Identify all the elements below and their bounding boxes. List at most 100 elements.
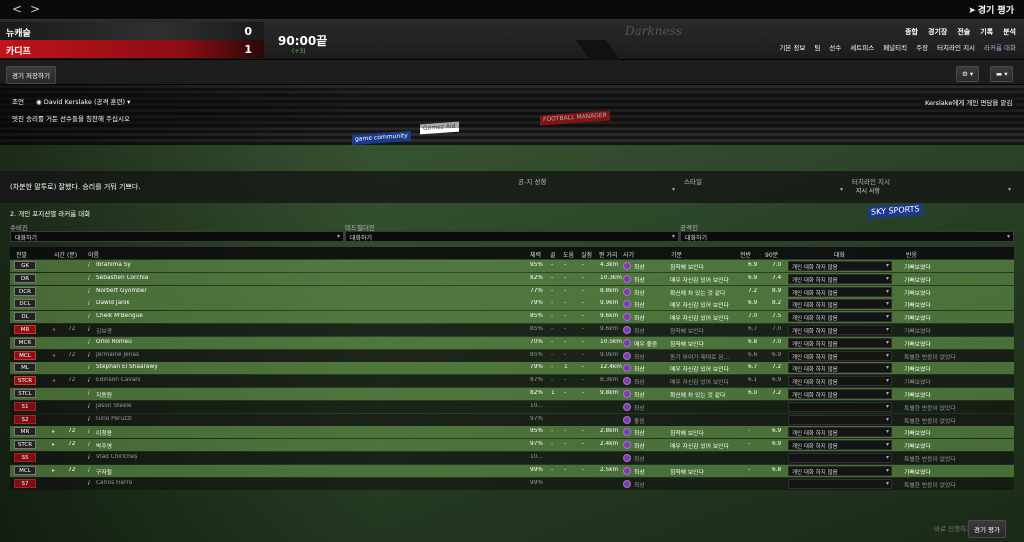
info-icon[interactable]: i <box>88 339 90 346</box>
info-icon[interactable]: i <box>88 352 90 359</box>
save-match-button[interactable]: 경기 저장하기 <box>6 66 56 84</box>
tab-team[interactable]: 팀 <box>814 42 820 52</box>
talk-select[interactable]: 개인 대화 하지 않음 ▾ <box>788 337 892 348</box>
table-row[interactable]: S1 i Jason Steele 10... 최상 ▾ 특별한 반응이 없었다 <box>10 400 1014 413</box>
info-icon[interactable]: i <box>88 454 90 461</box>
midfield-talk-select[interactable]: 대화하기 ▾ <box>345 231 679 242</box>
talk-select[interactable]: ▾ <box>788 453 892 463</box>
player-name[interactable]: Edinson Cavani <box>96 377 296 383</box>
talk-select[interactable]: 개인 대화 하지 않음 ▾ <box>788 350 892 361</box>
talk-select[interactable]: 개인 대화 하지 않음 ▾ <box>788 427 892 438</box>
info-icon[interactable]: i <box>88 275 90 282</box>
info-icon[interactable]: i <box>88 326 90 333</box>
talk-select[interactable]: 개인 대화 하지 않음 ▾ <box>788 363 892 374</box>
player-name[interactable]: Sébastien Corchia <box>96 275 296 281</box>
player-name[interactable]: Cheik M'Bengué <box>96 313 296 319</box>
info-icon[interactable]: i <box>88 416 90 423</box>
continue-button[interactable]: ➤ 경기 평가 <box>968 3 1014 16</box>
player-name[interactable]: Carlos Fierro <box>96 480 296 486</box>
talk-select[interactable]: 개인 대화 하지 않음 ▾ <box>788 273 892 284</box>
table-row[interactable]: GK i Ibrahima Sy 95% - - - 4.3km 최상 침착해 보인다 6.9 7.0… <box>10 260 1014 272</box>
player-name[interactable]: Ibrahima Sy <box>96 262 296 268</box>
forward-button[interactable]: > <box>28 2 42 16</box>
match-rating-button[interactable]: 경기 평가 <box>968 520 1006 538</box>
info-icon[interactable]: i <box>88 480 90 487</box>
tab-team-talk[interactable]: 라커룸 대화 <box>984 42 1016 52</box>
talk-select[interactable]: 개인 대화 하지 않음 ▾ <box>788 299 892 310</box>
table-row[interactable]: STCR ▸ 72 i 박주영 97% - - - 2.4km 최상 매우 자신감 있어 보인다 - 6.… <box>10 439 1014 452</box>
talk-select[interactable]: ▾ <box>788 414 892 425</box>
player-name[interactable]: Vlad Chiricheș <box>96 454 296 460</box>
attack-talk-select[interactable]: 대화하기 ▾ <box>680 231 1014 242</box>
table-row[interactable]: DCL i Dawid Janik 79% - - - 9.9km 최상 매우 자신감 있어 보인… <box>10 298 1014 311</box>
talk-select[interactable]: 개인 대화 하지 않음 ▾ <box>788 389 892 399</box>
tab-penalties[interactable]: 페널티킥 <box>883 42 907 52</box>
tab-basic-info[interactable]: 기본 정보 <box>779 42 805 52</box>
table-row[interactable]: MR ▸ 72 i 이청용 95% - - - 2.8km 최상 침착해 보인다 - 6.9 개인 대화 하… <box>10 426 1014 439</box>
table-row[interactable]: DCR i Norbert Gyomber 77% - - - 8.8km 최상 확신에 차 있는… <box>10 285 1014 298</box>
touchline-select[interactable]: 지시 사항 ▾ <box>852 185 1014 196</box>
menu-tactics[interactable]: 전술 <box>957 27 970 37</box>
player-name[interactable]: 박주영 <box>96 441 296 450</box>
table-row[interactable]: MR ◂ 72 i 김보경 85% - - - 9.6km 최상 침착해 보인다 6.7 7.0 개인 대화… <box>10 324 1014 336</box>
tab-touchline[interactable]: 터치라인 지시 <box>937 42 975 52</box>
chat-button[interactable]: ▬ ▾ <box>990 66 1014 82</box>
info-icon[interactable]: i <box>88 377 90 384</box>
talk-select[interactable]: 개인 대화 하지 않음 ▾ <box>788 465 892 476</box>
player-name[interactable]: Jason Steele <box>96 403 296 409</box>
menu-analysis[interactable]: 분석 <box>1003 27 1016 37</box>
delegate-talk-button[interactable]: Kerslake에게 개인 면담을 맡김 <box>920 94 1018 110</box>
info-icon[interactable]: i <box>88 364 90 371</box>
talk-select[interactable]: 개인 대화 하지 않음 ▾ <box>788 261 892 271</box>
player-name[interactable]: Gino Peruzzi <box>96 416 296 422</box>
table-row[interactable]: S5 i Vlad Chiricheș 10... 최상 ▾ 특별한 반응이 없었다 <box>10 452 1014 464</box>
info-icon[interactable]: i <box>88 467 90 474</box>
talk-select[interactable]: ▾ <box>788 478 892 489</box>
talk-select[interactable]: ▾ <box>788 401 892 412</box>
defense-talk-select[interactable]: 대화하기 ▾ <box>10 231 344 242</box>
player-name[interactable]: 지동원 <box>96 390 296 399</box>
table-row[interactable]: MCL ▸ 72 i 구자철 99% - - - 2.5km 최상 침착해 보인다 - 6.8 개인 대화 … <box>10 464 1014 477</box>
table-row[interactable]: DR i Sébastien Corchia 82% - - - 10.3km 최상 매우 자신감… <box>10 272 1014 285</box>
player-name[interactable]: Norbert Gyomber <box>96 288 296 294</box>
player-name[interactable]: Oriol Romeu <box>96 339 296 345</box>
table-row[interactable]: DL i Cheik M'Bengué 85% - - - 9.6km 최상 매우 자신감 있어 … <box>10 311 1014 324</box>
table-row[interactable]: MCR i Oriol Romeu 70% - - - 10.5km 매우 좋음 침착해 보인다 6… <box>10 336 1014 349</box>
menu-overview[interactable]: 종합 <box>905 27 918 37</box>
info-icon[interactable]: i <box>88 300 90 307</box>
tone-select[interactable]: ▾ <box>516 185 678 196</box>
talk-select[interactable]: 개인 대화 하지 않음 ▾ <box>788 440 892 451</box>
menu-pitch[interactable]: 경기장 <box>928 27 947 37</box>
away-team-bar[interactable]: 카디프 1 <box>0 40 264 58</box>
table-row[interactable]: S2 i Gino Peruzzi 97% 좋음 ▾ 특별한 반응이 없었다 <box>10 413 1014 426</box>
table-row[interactable]: STCR ◂ 72 i Edinson Cavani 87% - - - 8.3km 최상 매우 자신… <box>10 375 1014 388</box>
player-name[interactable]: 이청용 <box>96 428 296 437</box>
player-name[interactable]: 구자철 <box>96 467 296 476</box>
info-icon[interactable]: i <box>88 390 90 397</box>
player-name[interactable]: Jermaine Jenas <box>96 352 296 358</box>
style-select[interactable]: ▾ <box>682 185 846 196</box>
player-name[interactable]: 김보경 <box>96 326 296 335</box>
info-icon[interactable]: i <box>88 441 90 448</box>
player-name[interactable]: Dawid Janik <box>96 300 296 306</box>
table-row[interactable]: MCL ◂ 72 i Jermaine Jenas 85% - - - 9.0km 최상 동기 부여가… <box>10 349 1014 362</box>
back-button[interactable]: < <box>10 2 24 16</box>
table-row[interactable]: S7 i Carlos Fierro 99% 최상 ▾ 특별한 반응이 없었다 <box>10 477 1014 490</box>
tab-captain[interactable]: 주장 <box>916 42 928 52</box>
info-icon[interactable]: i <box>88 428 90 435</box>
talk-select[interactable]: 개인 대화 하지 않음 ▾ <box>788 312 892 323</box>
talk-select[interactable]: 개인 대화 하지 않음 ▾ <box>788 286 892 297</box>
tab-players[interactable]: 선수 <box>829 42 841 52</box>
settings-button[interactable]: ⚙ ▾ <box>956 66 980 82</box>
table-row[interactable]: STCL i 지동원 82% 1 - - 9.8km 최상 확신에 차 있는 것 같다 6.0 7.2… <box>10 388 1014 400</box>
info-icon[interactable]: i <box>88 313 90 320</box>
info-icon[interactable]: i <box>88 403 90 410</box>
talk-select[interactable]: 개인 대화 하지 않음 ▾ <box>788 376 892 387</box>
tab-set-pieces[interactable]: 세트피스 <box>850 42 874 52</box>
player-name[interactable]: Stephan El Shaarawy <box>96 364 296 370</box>
home-team-bar[interactable]: 뉴캐슬 0 <box>0 22 264 40</box>
info-icon[interactable]: i <box>88 262 90 269</box>
talk-select[interactable]: 개인 대화 하지 않음 ▾ <box>788 325 892 335</box>
info-icon[interactable]: i <box>88 288 90 295</box>
coach-selector[interactable]: ◉ David Kerslake (공격 훈련) ▾ <box>36 96 130 106</box>
